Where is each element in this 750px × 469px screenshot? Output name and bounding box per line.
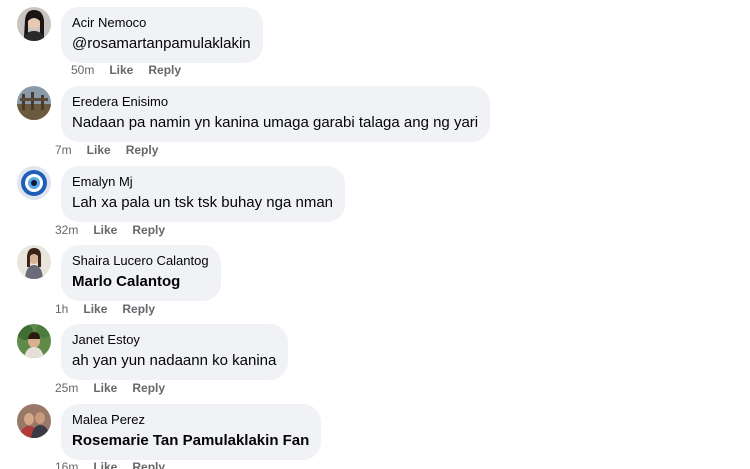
avatar[interactable] bbox=[17, 166, 51, 200]
comment-time[interactable]: 7m bbox=[55, 143, 72, 157]
comment-text: Nadaan pa namin yn kanina umaga garabi t… bbox=[72, 114, 479, 131]
comment-bubble: Eredera Enisimo Nadaan pa namin yn kanin… bbox=[61, 86, 491, 142]
avatar[interactable] bbox=[17, 86, 51, 120]
comment-bubble: Janet Estoy ah yan yun nadaann ko kanina bbox=[61, 324, 289, 380]
comment-text[interactable]: Rosemarie Tan Pamulaklakin Fan bbox=[72, 430, 309, 451]
reply-button[interactable]: Reply bbox=[132, 460, 165, 469]
comment-author[interactable]: Acir Nemoco bbox=[72, 15, 251, 31]
comment-actions: 7m Like Reply bbox=[55, 143, 173, 157]
comment-time[interactable]: 25m bbox=[55, 381, 78, 395]
like-button[interactable]: Like bbox=[93, 381, 117, 395]
like-button[interactable]: Like bbox=[93, 223, 117, 237]
comment-actions: 16m Like Reply bbox=[55, 460, 180, 469]
like-button[interactable]: Like bbox=[109, 63, 133, 77]
like-button[interactable]: Like bbox=[87, 143, 111, 157]
comment-bubble: Shaira Lucero Calantog Marlo Calantog bbox=[61, 245, 221, 301]
comment-time[interactable]: 1h bbox=[55, 302, 68, 316]
comment-actions: 1h Like Reply bbox=[55, 302, 170, 316]
reply-button[interactable]: Reply bbox=[126, 143, 159, 157]
comment-bubble: Acir Nemoco @rosamartanpamulaklakin bbox=[61, 7, 263, 63]
comment-bubble: Emalyn Mj Lah xa pala un tsk tsk buhay n… bbox=[61, 166, 346, 222]
comment-text[interactable]: Marlo Calantog bbox=[72, 271, 209, 292]
comment-text: ah yan yun nadaann ko kanina bbox=[72, 352, 277, 369]
comment-text: @rosamartanpamulaklakin bbox=[72, 35, 251, 52]
comment-time[interactable]: 50m bbox=[71, 63, 94, 77]
avatar[interactable] bbox=[17, 245, 51, 279]
reply-button[interactable]: Reply bbox=[148, 63, 181, 77]
reply-button[interactable]: Reply bbox=[122, 302, 155, 316]
like-button[interactable]: Like bbox=[83, 302, 107, 316]
comment-actions: 25m Like Reply bbox=[55, 381, 180, 395]
comment-author[interactable]: Shaira Lucero Calantog bbox=[72, 253, 209, 269]
comment-actions: 50m Like Reply bbox=[71, 63, 196, 77]
reply-button[interactable]: Reply bbox=[132, 381, 165, 395]
comment-author[interactable]: Janet Estoy bbox=[72, 332, 276, 348]
comment-author[interactable]: Eredera Enisimo bbox=[72, 94, 478, 110]
comment-bubble: Malea Perez Rosemarie Tan Pamulaklakin F… bbox=[61, 404, 322, 460]
avatar[interactable] bbox=[17, 404, 51, 438]
avatar[interactable] bbox=[17, 324, 51, 358]
comment-time[interactable]: 16m bbox=[55, 460, 78, 469]
comment-time[interactable]: 32m bbox=[55, 223, 78, 237]
avatar[interactable] bbox=[17, 7, 51, 41]
comment-author[interactable]: Malea Perez bbox=[72, 412, 309, 428]
comment-actions: 32m Like Reply bbox=[55, 223, 180, 237]
comment-text: Lah xa pala un tsk tsk buhay nga nman bbox=[72, 194, 334, 211]
reply-button[interactable]: Reply bbox=[132, 223, 165, 237]
comment-author[interactable]: Emalyn Mj bbox=[72, 174, 333, 190]
like-button[interactable]: Like bbox=[93, 460, 117, 469]
